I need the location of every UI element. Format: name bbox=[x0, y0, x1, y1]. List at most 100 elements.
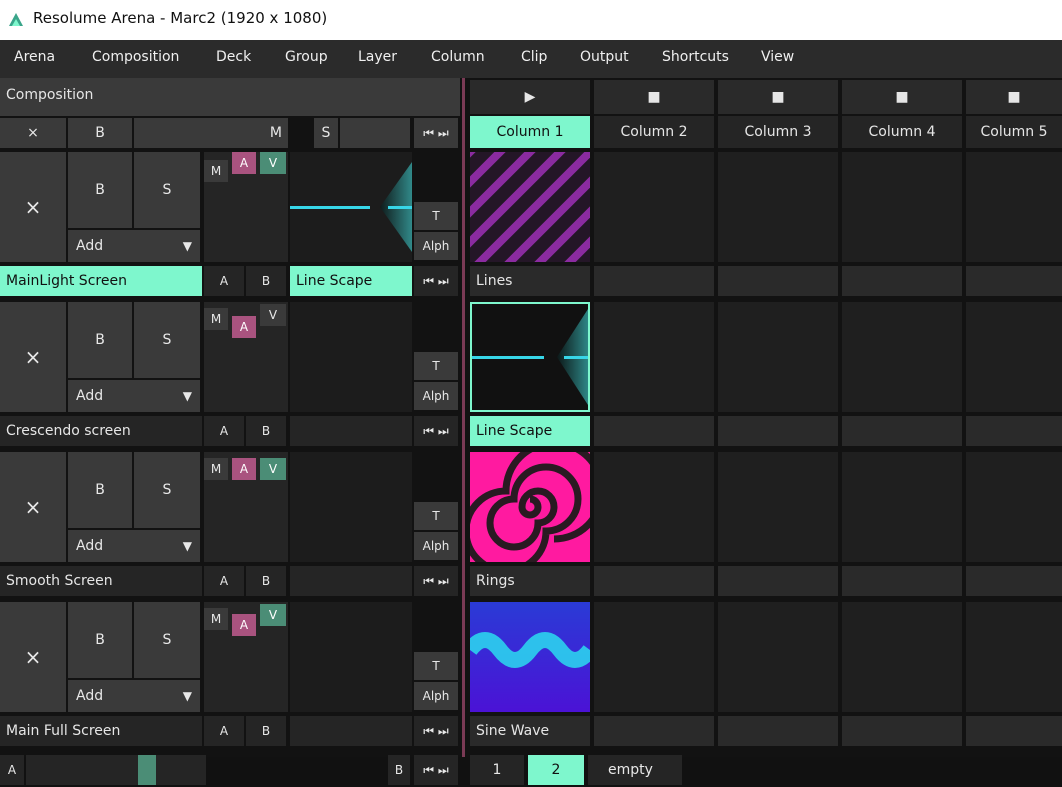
menu-group[interactable]: Group bbox=[285, 49, 328, 65]
layer-crossfader-b[interactable]: B bbox=[246, 416, 286, 446]
clip-slot-empty[interactable] bbox=[842, 302, 962, 412]
layer-crossfader-a[interactable]: A bbox=[204, 266, 244, 296]
clip-slot-empty[interactable] bbox=[966, 602, 1062, 712]
column-4-label[interactable]: Column 4 bbox=[842, 116, 962, 148]
column-2-launch-button[interactable]: ■ bbox=[594, 80, 714, 114]
composition-bypass-button[interactable]: B bbox=[68, 118, 132, 148]
menu-clip[interactable]: Clip bbox=[521, 49, 547, 65]
menu-view[interactable]: View bbox=[761, 49, 794, 65]
composition-master-fader[interactable]: M bbox=[134, 118, 288, 148]
clip-label-empty[interactable] bbox=[718, 716, 838, 746]
clip-label-empty[interactable] bbox=[842, 716, 962, 746]
clip-label-empty[interactable] bbox=[594, 716, 714, 746]
clip-slot-empty[interactable] bbox=[594, 602, 714, 712]
layer-name[interactable]: MainLight Screen bbox=[0, 266, 202, 296]
layer-video-button[interactable]: V bbox=[260, 152, 286, 174]
layer-video-button[interactable]: V bbox=[260, 458, 286, 480]
clip-slot-empty[interactable] bbox=[842, 452, 962, 562]
composition-clear-button[interactable]: × bbox=[0, 118, 66, 148]
layer-solo-button[interactable]: S bbox=[134, 152, 200, 228]
bottom-prev-next-button[interactable]: ⏮ ⏭ bbox=[414, 755, 458, 785]
layer-crossfader-b[interactable]: B bbox=[246, 716, 286, 746]
crossfader-handle[interactable] bbox=[138, 755, 156, 785]
layer-name[interactable]: Main Full Screen bbox=[0, 716, 202, 746]
clip-label-empty[interactable] bbox=[966, 716, 1062, 746]
clip-slot-empty[interactable] bbox=[718, 152, 838, 262]
clip-slot-empty[interactable] bbox=[594, 152, 714, 262]
layer-audio-button[interactable]: A bbox=[232, 458, 256, 480]
clip-slot-empty[interactable] bbox=[966, 452, 1062, 562]
menu-output[interactable]: Output bbox=[580, 49, 629, 65]
layer-clear-button[interactable]: × bbox=[0, 602, 66, 712]
layer-prev-next-button[interactable]: ⏮ ⏭ bbox=[414, 266, 458, 296]
layer-crossfader-b[interactable]: B bbox=[246, 266, 286, 296]
crossfader-a-label[interactable]: A bbox=[0, 755, 24, 785]
crossfader-b-label[interactable]: B bbox=[388, 755, 410, 785]
menu-column[interactable]: Column bbox=[431, 49, 485, 65]
layer-transition-button[interactable]: T bbox=[414, 502, 458, 530]
composition-slider[interactable] bbox=[340, 118, 410, 148]
layer-crossfader-b[interactable]: B bbox=[246, 566, 286, 596]
composition-solo-button[interactable]: S bbox=[314, 118, 338, 148]
clip-thumbnail-rings[interactable] bbox=[470, 452, 590, 562]
composition-prev-next-button[interactable]: ⏮ ⏭ bbox=[414, 118, 458, 148]
layer-prev-next-button[interactable]: ⏮ ⏭ bbox=[414, 416, 458, 446]
column-4-launch-button[interactable]: ■ bbox=[842, 80, 962, 114]
layer-bypass-button[interactable]: B bbox=[68, 452, 132, 528]
layer-transition-button[interactable]: T bbox=[414, 652, 458, 680]
layer-video-button[interactable]: V bbox=[260, 304, 286, 326]
menu-composition[interactable]: Composition bbox=[92, 49, 179, 65]
clip-slot-empty[interactable] bbox=[594, 302, 714, 412]
clip-slot-empty[interactable] bbox=[842, 152, 962, 262]
layer-transition-button[interactable]: T bbox=[414, 352, 458, 380]
layer-bypass-button[interactable]: B bbox=[68, 302, 132, 378]
clip-label-empty[interactable] bbox=[594, 416, 714, 446]
layer-crossfader-a[interactable]: A bbox=[204, 566, 244, 596]
clip-slot-empty[interactable] bbox=[718, 452, 838, 562]
layer-bypass-button[interactable]: B bbox=[68, 602, 132, 678]
clip-label[interactable]: Line Scape bbox=[470, 416, 590, 446]
clip-slot-empty[interactable] bbox=[718, 302, 838, 412]
layer-name[interactable]: Smooth Screen bbox=[0, 566, 202, 596]
layer-blend-mode-button[interactable]: Alph bbox=[414, 682, 458, 710]
menu-arena[interactable]: Arena bbox=[14, 49, 55, 65]
clip-slot-empty[interactable] bbox=[966, 302, 1062, 412]
layer-bypass-button[interactable]: B bbox=[68, 152, 132, 228]
layer-add-dropdown[interactable]: Add ▼ bbox=[68, 680, 200, 712]
layer-add-dropdown[interactable]: Add ▼ bbox=[68, 530, 200, 562]
layer-prev-next-button[interactable]: ⏮ ⏭ bbox=[414, 716, 458, 746]
layer-crossfader-a[interactable]: A bbox=[204, 716, 244, 746]
menu-layer[interactable]: Layer bbox=[358, 49, 397, 65]
clip-thumbnail-sine-wave[interactable] bbox=[470, 602, 590, 712]
clip-slot-empty[interactable] bbox=[594, 452, 714, 562]
column-2-label[interactable]: Column 2 bbox=[594, 116, 714, 148]
layer-audio-button[interactable]: A bbox=[232, 152, 256, 174]
clip-slot-empty[interactable] bbox=[718, 602, 838, 712]
layer-add-dropdown[interactable]: Add ▼ bbox=[68, 380, 200, 412]
layer-video-button[interactable]: V bbox=[260, 604, 286, 626]
layer-solo-button[interactable]: S bbox=[134, 302, 200, 378]
panel-divider[interactable] bbox=[462, 78, 465, 757]
layer-blend-mode-button[interactable]: Alph bbox=[414, 382, 458, 410]
layer-add-dropdown[interactable]: Add ▼ bbox=[68, 230, 200, 262]
clip-label-empty[interactable] bbox=[966, 266, 1062, 296]
clip-label-empty[interactable] bbox=[842, 416, 962, 446]
composition-header[interactable]: Composition bbox=[0, 78, 460, 116]
crossfader-track[interactable] bbox=[26, 755, 206, 785]
layer-clear-button[interactable]: × bbox=[0, 302, 66, 412]
layer-clear-button[interactable]: × bbox=[0, 452, 66, 562]
column-5-label[interactable]: Column 5 bbox=[966, 116, 1062, 148]
column-3-launch-button[interactable]: ■ bbox=[718, 80, 838, 114]
layer-blend-mode-button[interactable]: Alph bbox=[414, 232, 458, 260]
clip-label-empty[interactable] bbox=[718, 416, 838, 446]
column-5-launch-button[interactable]: ■ bbox=[966, 80, 1062, 114]
clip-label[interactable]: Rings bbox=[470, 566, 590, 596]
layer-crossfader-a[interactable]: A bbox=[204, 416, 244, 446]
layer-solo-button[interactable]: S bbox=[134, 602, 200, 678]
deck-tab-2[interactable]: 2 bbox=[528, 755, 584, 785]
clip-label-empty[interactable] bbox=[966, 416, 1062, 446]
clip-slot-empty[interactable] bbox=[966, 152, 1062, 262]
clip-label-empty[interactable] bbox=[594, 566, 714, 596]
column-1-label[interactable]: Column 1 bbox=[470, 116, 590, 148]
layer-transition-button[interactable]: T bbox=[414, 202, 458, 230]
